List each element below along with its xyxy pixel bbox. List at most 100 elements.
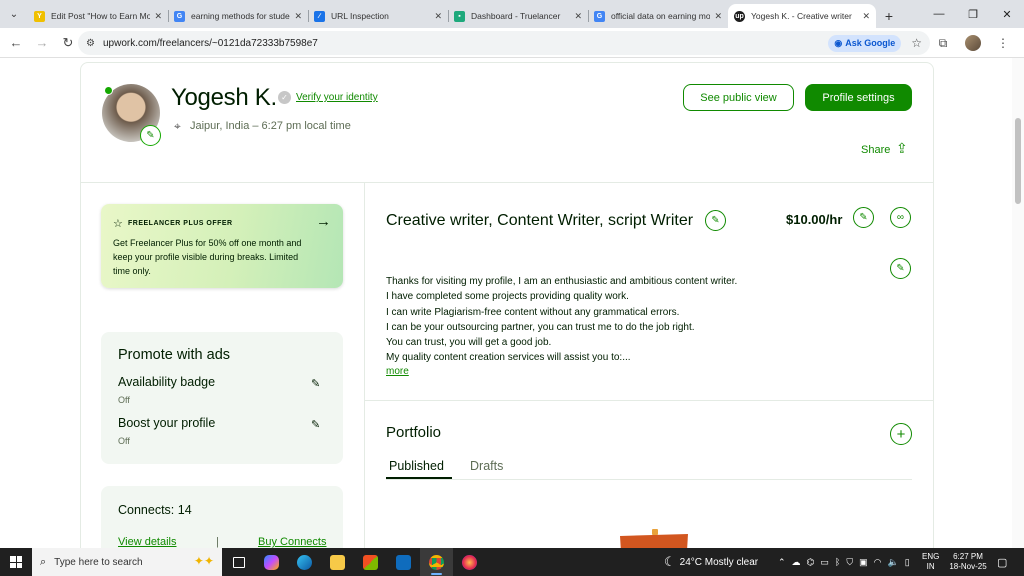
weather-widget[interactable]: ☾ 24°C Mostly clear <box>664 548 758 576</box>
browser-tab[interactable]: G earning methods for stude ✕ <box>168 4 308 28</box>
browser-toolbar: ← → ↻ ⚙ upwork.com/freelancers/~0121da72… <box>0 28 1024 58</box>
power-icon[interactable]: ▯ <box>905 557 910 568</box>
shield-icon[interactable]: ⛉ <box>846 557 853 568</box>
hourly-rate: $10.00/hr <box>786 212 843 227</box>
volume-icon[interactable]: 🔈 <box>887 557 898 568</box>
minimize-icon[interactable]: — <box>922 0 956 28</box>
new-tab-icon[interactable]: + <box>876 4 902 28</box>
edit-headline-pencil-icon[interactable]: ✎ <box>705 210 726 231</box>
url-text[interactable]: upwork.com/freelancers/~0121da72333b7598… <box>103 38 828 49</box>
windows-taskbar: ⌕ Type here to search ✦✦ ☾ 24°C Mostly c… <box>0 548 1024 576</box>
edit-avatar-pencil-icon[interactable]: ✎ <box>140 125 161 146</box>
chrome-icon[interactable] <box>420 548 453 576</box>
cloud-icon[interactable]: ☁ <box>792 557 801 568</box>
more-link[interactable]: more <box>386 366 409 377</box>
site-info-icon[interactable]: ⚙ <box>86 38 95 49</box>
verify-identity-link[interactable]: Verify your identity <box>296 92 378 103</box>
close-icon[interactable]: ✕ <box>714 11 722 22</box>
page-scrollbar[interactable] <box>1012 58 1024 548</box>
close-icon[interactable]: ✕ <box>862 11 870 22</box>
bookmark-star-icon[interactable]: ☆ <box>911 36 922 50</box>
scrollbar-thumb[interactable] <box>1015 118 1021 204</box>
forward-icon[interactable]: → <box>29 30 55 56</box>
file-explorer-icon[interactable] <box>321 548 354 576</box>
verified-check-icon: ✓ <box>278 91 291 104</box>
close-icon[interactable]: ✕ <box>434 11 442 22</box>
promote-title: Promote with ads <box>118 347 231 363</box>
browser-tab[interactable]: ▪ Dashboard - Truelancer ✕ <box>448 4 588 28</box>
close-icon[interactable]: ✕ <box>294 11 302 22</box>
chevron-up-icon[interactable]: ⌃ <box>778 557 786 568</box>
clock-time: 6:27 PM <box>953 552 983 561</box>
online-status-dot <box>104 86 113 95</box>
browser-tab[interactable]: G official data on earning mo ✕ <box>588 4 728 28</box>
extensions-icon[interactable]: ⧉ <box>932 32 954 54</box>
edit-availability-pencil-icon[interactable]: ✎ <box>311 377 320 390</box>
overview-line: I can be your outsourcing partner, you c… <box>386 321 695 333</box>
profile-avatar[interactable] <box>962 32 984 54</box>
edge-icon[interactable] <box>288 548 321 576</box>
battery-icon[interactable]: ▭ <box>820 557 829 568</box>
wordpress-favicon-icon: Y <box>34 10 45 22</box>
search-console-favicon-icon: ∕ <box>314 10 325 22</box>
tab-drafts[interactable]: Drafts <box>470 459 503 473</box>
display-icon[interactable]: ▣ <box>859 557 868 568</box>
browser-tab-active[interactable]: up Yogesh K. - Creative writer ✕ <box>728 4 876 28</box>
search-highlight-icon: ✦✦ <box>193 554 214 568</box>
ask-google-button[interactable]: ◉ Ask Google <box>828 34 902 52</box>
system-tray: ⌃ ☁ ⌬ ▭ ᛒ ⛉ ▣ ◠ 🔈 ▯ <box>775 548 913 576</box>
see-public-view-button[interactable]: See public view <box>683 84 794 111</box>
avatar <box>965 35 981 51</box>
edit-boost-pencil-icon[interactable]: ✎ <box>311 418 320 431</box>
overview-line: I have completed some projects providing… <box>386 291 629 303</box>
freelancer-plus-offer-banner[interactable]: ☆ FREELANCER PLUS OFFER → Get Freelancer… <box>101 204 343 288</box>
tab-title: Yogesh K. - Creative writer <box>751 11 852 21</box>
share-link[interactable]: Share <box>861 144 890 156</box>
microsoft-store-icon[interactable] <box>354 548 387 576</box>
toolbar-right: ⧉ ⋮ <box>924 32 1014 54</box>
location-pin-icon: ⌖ <box>174 119 181 133</box>
upwork-favicon-icon: up <box>734 10 745 22</box>
bluetooth-icon[interactable]: ᛒ <box>835 557 840 567</box>
address-bar[interactable]: ⚙ upwork.com/freelancers/~0121da72333b75… <box>78 31 930 55</box>
edit-rate-pencil-icon[interactable]: ✎ <box>853 207 874 228</box>
search-icon: ⌕ <box>40 555 47 568</box>
task-view-icon[interactable] <box>222 548 255 576</box>
offer-title: FREELANCER PLUS OFFER <box>128 220 233 227</box>
overview-line: I can write Plagiarism-free content with… <box>386 306 680 318</box>
arrow-right-icon[interactable]: → <box>316 213 331 230</box>
divider <box>365 400 933 401</box>
language-indicator[interactable]: ENG IN <box>922 552 939 572</box>
close-icon[interactable]: ✕ <box>574 11 582 22</box>
firefox-icon[interactable] <box>453 548 486 576</box>
share-upload-icon[interactable]: ⇪ <box>896 140 908 157</box>
portfolio-empty-illustration <box>620 529 688 548</box>
search-placeholder: Type here to search <box>54 556 143 568</box>
browser-tab[interactable]: Y Edit Post "How to Earn Mo ✕ <box>28 4 168 28</box>
window-close-icon[interactable]: ✕ <box>990 0 1024 28</box>
outlook-icon[interactable] <box>387 548 420 576</box>
profile-settings-button[interactable]: Profile settings <box>805 84 912 111</box>
add-portfolio-plus-icon[interactable]: + <box>890 423 912 445</box>
restore-icon[interactable]: ❐ <box>956 0 990 28</box>
overview-line: Thanks for visiting my profile, I am an … <box>386 276 738 287</box>
notification-icon[interactable]: ▢ <box>997 556 1007 569</box>
copilot-icon[interactable] <box>255 548 288 576</box>
google-favicon-icon: G <box>594 10 605 22</box>
browser-tab[interactable]: ∕ URL Inspection ✕ <box>308 4 448 28</box>
edit-overview-pencil-icon[interactable]: ✎ <box>890 258 911 279</box>
copy-link-icon[interactable]: ∞ <box>890 207 911 228</box>
taskbar-search[interactable]: ⌕ Type here to search ✦✦ <box>32 548 222 576</box>
network-icon[interactable]: ⌬ <box>807 557 815 568</box>
taskbar-clock[interactable]: 6:27 PM 18-Nov-25 <box>945 552 991 572</box>
start-button[interactable] <box>0 548 32 576</box>
tab-search-icon[interactable]: ⌄ <box>0 0 28 28</box>
tab-published[interactable]: Published <box>389 459 444 473</box>
wifi-icon[interactable]: ◠ <box>874 557 882 568</box>
close-icon[interactable]: ✕ <box>154 11 162 22</box>
offer-text: Get Freelancer Plus for 50% off one mont… <box>113 238 302 276</box>
view-details-link[interactable]: View details <box>118 536 177 548</box>
buy-connects-link[interactable]: Buy Connects <box>258 536 326 548</box>
menu-kebab-icon[interactable]: ⋮ <box>992 32 1014 54</box>
back-icon[interactable]: ← <box>3 30 29 56</box>
